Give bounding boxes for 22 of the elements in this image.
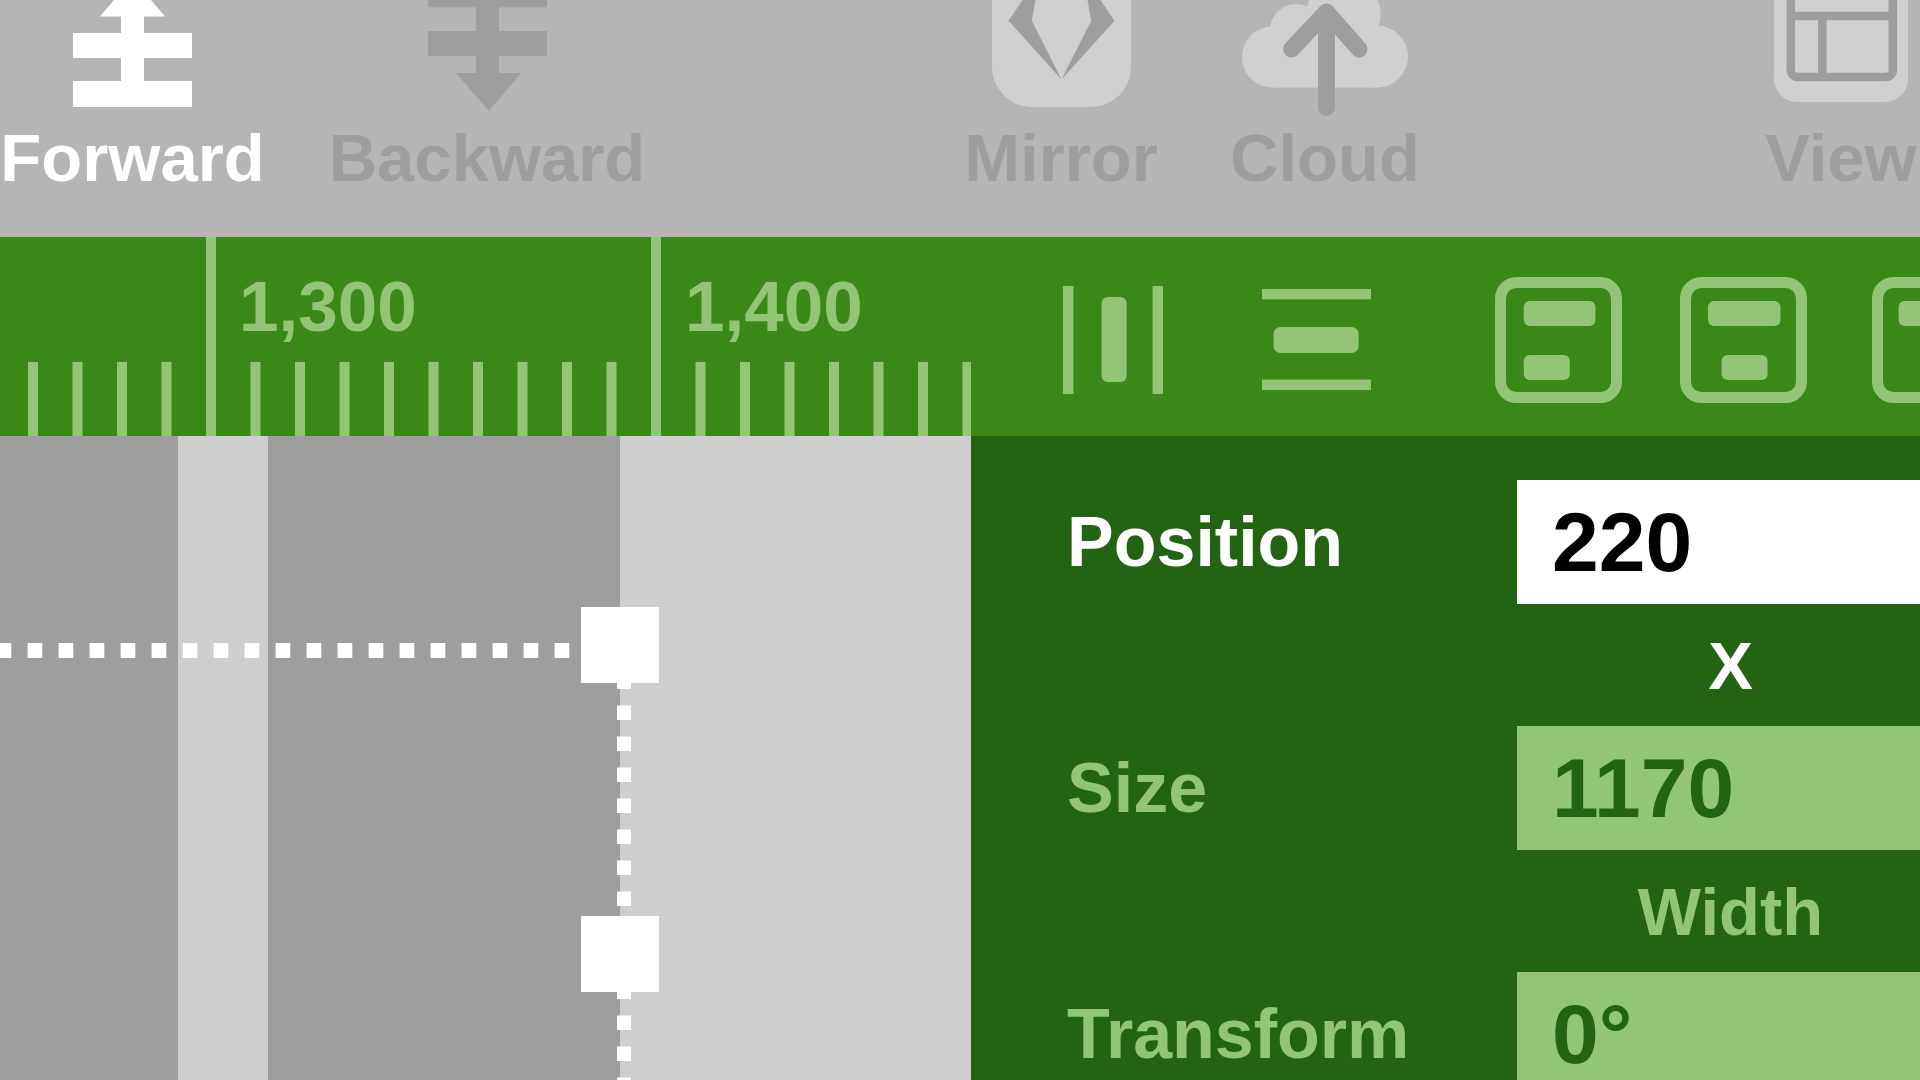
input-field[interactable]: 220 bbox=[1517, 480, 1920, 604]
resize-handle[interactable] bbox=[581, 916, 659, 992]
forward-button[interactable]: Forward bbox=[0, 0, 265, 191]
distribute-horizontal-icon[interactable] bbox=[1063, 285, 1163, 394]
cloud-upload-icon bbox=[1242, 0, 1408, 116]
property-label: Position bbox=[1067, 507, 1344, 577]
resize-handle[interactable] bbox=[581, 607, 659, 683]
ruler-label: 1,300 bbox=[239, 271, 417, 342]
property-label: Transform bbox=[1067, 999, 1410, 1069]
field-caption: X bbox=[1708, 631, 1753, 699]
align-box-icon[interactable] bbox=[1872, 276, 1920, 403]
input-field[interactable]: 0° bbox=[1517, 972, 1920, 1080]
arrow-up-bars-icon bbox=[73, 0, 192, 107]
align-left-icon[interactable] bbox=[1495, 276, 1622, 403]
split-chevron-icon bbox=[991, 0, 1131, 107]
input-field[interactable]: 1170 bbox=[1517, 726, 1920, 850]
layout-grid-icon bbox=[1774, 0, 1908, 102]
property-label: Size bbox=[1067, 753, 1208, 823]
ruler-label: 1,400 bbox=[685, 271, 863, 342]
align-center-icon[interactable] bbox=[1680, 276, 1807, 403]
distribute-vertical-icon[interactable] bbox=[1262, 289, 1371, 390]
field-caption: Width bbox=[1637, 877, 1824, 945]
